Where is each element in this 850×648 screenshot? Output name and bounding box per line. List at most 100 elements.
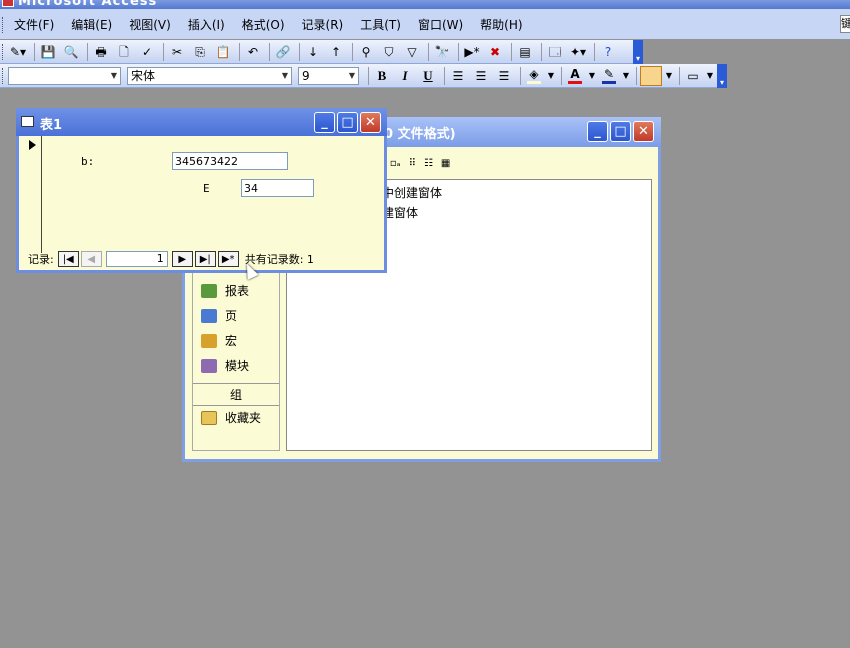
small-icons-icon[interactable]: ⠿: [409, 158, 416, 169]
toolbar-grip[interactable]: [2, 44, 5, 60]
print-preview-icon[interactable]: 🗋: [114, 42, 134, 62]
menu-view[interactable]: 视图(V): [129, 16, 171, 33]
font-size-combo[interactable]: 9 ▼: [298, 66, 359, 85]
toolbar-separator: [428, 42, 429, 61]
new-record-icon[interactable]: ▶*: [462, 42, 482, 62]
menu-help[interactable]: 帮助(H): [480, 16, 522, 33]
last-record-button[interactable]: ▶|: [194, 251, 216, 267]
toolbar-separator: [299, 42, 300, 61]
group-favorites[interactable]: 收藏夹: [201, 409, 261, 426]
close-button[interactable]: ✕: [360, 112, 381, 133]
menu-records[interactable]: 记录(R): [302, 16, 344, 33]
object-pages[interactable]: 页: [201, 307, 237, 324]
list-item[interactable]: 建窗体: [382, 204, 418, 221]
record-selector[interactable]: [21, 136, 42, 253]
form-window[interactable]: 表1 _ □ ✕ b: E 记录: |◀ ◀ 1 ▶ ▶| ▶* 共有记录数: …: [16, 108, 387, 273]
chevron-down-icon[interactable]: ▼: [706, 66, 714, 86]
minimize-button[interactable]: _: [314, 112, 335, 133]
filter-by-selection-icon[interactable]: ⚲: [356, 42, 376, 62]
maximize-button[interactable]: □: [610, 121, 631, 142]
hyperlink-icon[interactable]: 🔗: [273, 42, 293, 62]
toolbar-separator: [239, 42, 240, 61]
favorites-label: 收藏夹: [225, 411, 262, 425]
paste-icon[interactable]: 📋: [213, 42, 233, 62]
line-width-icon[interactable]: ▭: [683, 66, 703, 86]
chevron-down-icon[interactable]: ▼: [111, 71, 117, 80]
spelling-icon[interactable]: ✓: [137, 42, 157, 62]
delete-record-icon[interactable]: ✖: [485, 42, 505, 62]
help-icon[interactable]: ?: [598, 42, 618, 62]
field-input-b[interactable]: [172, 152, 288, 170]
object-label: 模块: [225, 359, 250, 373]
menubar-grip[interactable]: [2, 17, 5, 33]
design-view-icon[interactable]: ✎▾: [8, 42, 28, 62]
sort-descending-icon[interactable]: ↑: [326, 42, 346, 62]
menu-file[interactable]: 文件(F): [14, 16, 54, 33]
new-object-icon[interactable]: ✦▾: [568, 42, 588, 62]
cut-icon[interactable]: ✂: [167, 42, 187, 62]
bold-button[interactable]: B: [372, 66, 392, 86]
find-icon[interactable]: 🔭: [432, 42, 452, 62]
form-window-titlebar[interactable]: 表1 _ □ ✕: [16, 108, 387, 136]
undo-icon[interactable]: ↶: [243, 42, 263, 62]
new-record-button[interactable]: ▶*: [217, 251, 239, 267]
toolbar-grip[interactable]: [2, 68, 5, 84]
minimize-button[interactable]: _: [587, 121, 608, 142]
chevron-down-icon[interactable]: ▼: [622, 66, 630, 86]
toolbar-options-chevron-icon[interactable]: ▾: [717, 64, 727, 88]
chevron-down-icon[interactable]: ▼: [282, 71, 288, 80]
previous-record-button[interactable]: ◀: [80, 251, 102, 267]
next-record-button[interactable]: ▶: [171, 251, 193, 267]
large-icons-icon[interactable]: ▫ₐ: [390, 158, 401, 169]
close-button[interactable]: ✕: [633, 121, 654, 142]
toolbar-separator: [594, 42, 595, 61]
align-right-icon[interactable]: ☰: [494, 66, 514, 86]
copy-icon[interactable]: ⎘: [190, 42, 210, 62]
field-input-e[interactable]: [241, 179, 314, 197]
toolbar-separator: [368, 66, 369, 85]
groups-header[interactable]: 组: [193, 383, 279, 406]
toolbar-separator: [561, 66, 562, 85]
first-record-button[interactable]: |◀: [57, 251, 79, 267]
italic-button[interactable]: I: [395, 66, 415, 86]
align-center-icon[interactable]: ☰: [471, 66, 491, 86]
filter-by-form-icon[interactable]: ⛉: [379, 42, 399, 62]
list-item[interactable]: 中创建窗体: [382, 184, 442, 201]
object-modules[interactable]: 模块: [201, 357, 249, 374]
object-combo[interactable]: ▼: [8, 66, 121, 85]
apply-filter-icon[interactable]: ▽: [402, 42, 422, 62]
chevron-down-icon[interactable]: ▼: [588, 66, 596, 86]
help-question-box[interactable]: 键: [840, 15, 850, 33]
object-macros[interactable]: 宏: [201, 332, 237, 349]
line-color-icon[interactable]: ✎: [599, 66, 619, 86]
menu-edit[interactable]: 编辑(E): [71, 16, 112, 33]
font-color-icon[interactable]: A: [565, 66, 585, 86]
font-name-combo[interactable]: 宋体 ▼: [127, 66, 292, 85]
list-icon[interactable]: ☷: [424, 158, 433, 169]
object-label: 报表: [225, 284, 250, 298]
current-record-input[interactable]: 1: [105, 251, 168, 267]
details-icon[interactable]: ▦: [441, 158, 450, 169]
toolbar-options-chevron-icon[interactable]: ▾: [633, 40, 643, 64]
menu-format[interactable]: 格式(O): [242, 16, 285, 33]
search-file-icon[interactable]: 🔍: [61, 42, 81, 62]
chevron-down-icon[interactable]: ▼: [547, 66, 555, 86]
properties-icon[interactable]: ▤: [515, 42, 535, 62]
chevron-down-icon[interactable]: ▼: [665, 66, 673, 86]
chevron-down-icon[interactable]: ▼: [349, 71, 355, 80]
sort-ascending-icon[interactable]: ↓: [303, 42, 323, 62]
menu-insert[interactable]: 插入(I): [188, 16, 225, 33]
font-name-value: 宋体: [131, 69, 156, 83]
fill-color-icon[interactable]: ◈: [524, 66, 544, 86]
font-size-value: 9: [302, 68, 310, 83]
save-icon[interactable]: 💾: [38, 42, 58, 62]
menu-window[interactable]: 窗口(W): [418, 16, 463, 33]
maximize-button[interactable]: □: [337, 112, 358, 133]
align-left-icon[interactable]: ☰: [448, 66, 468, 86]
menu-tools[interactable]: 工具(T): [360, 16, 401, 33]
database-window-icon[interactable]: 🗔: [545, 42, 565, 62]
underline-button[interactable]: U: [418, 66, 438, 86]
print-icon[interactable]: 🖶: [91, 42, 111, 62]
object-reports[interactable]: 报表: [201, 282, 249, 299]
special-effect-icon[interactable]: [640, 65, 662, 86]
